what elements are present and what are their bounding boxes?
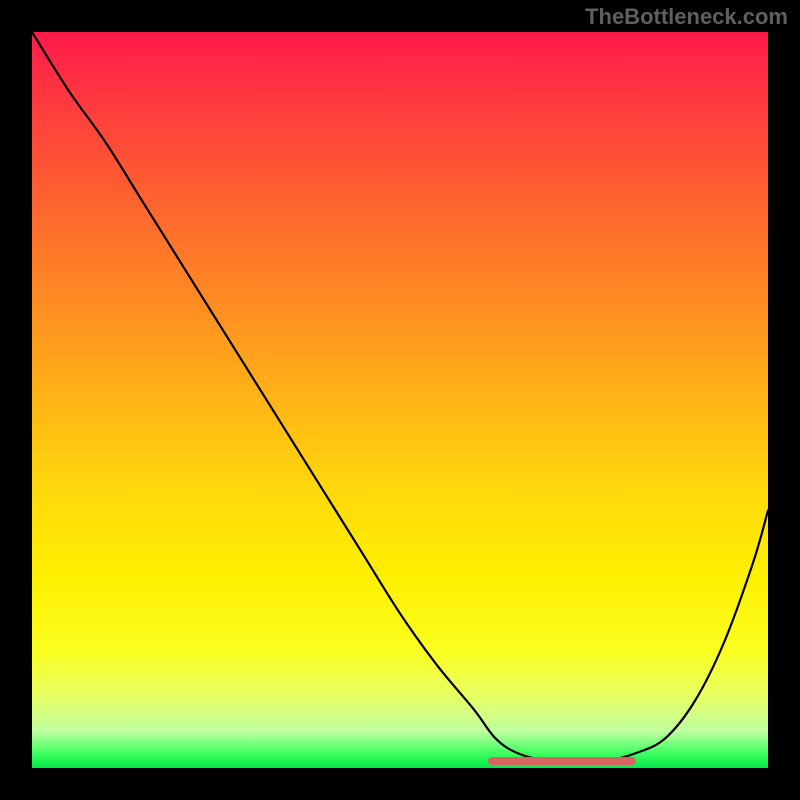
plot-area (32, 32, 768, 768)
optimal-range-marker (488, 757, 635, 765)
curve-svg (32, 32, 768, 768)
watermark-text: TheBottleneck.com (585, 4, 788, 30)
bottleneck-curve (32, 32, 768, 761)
